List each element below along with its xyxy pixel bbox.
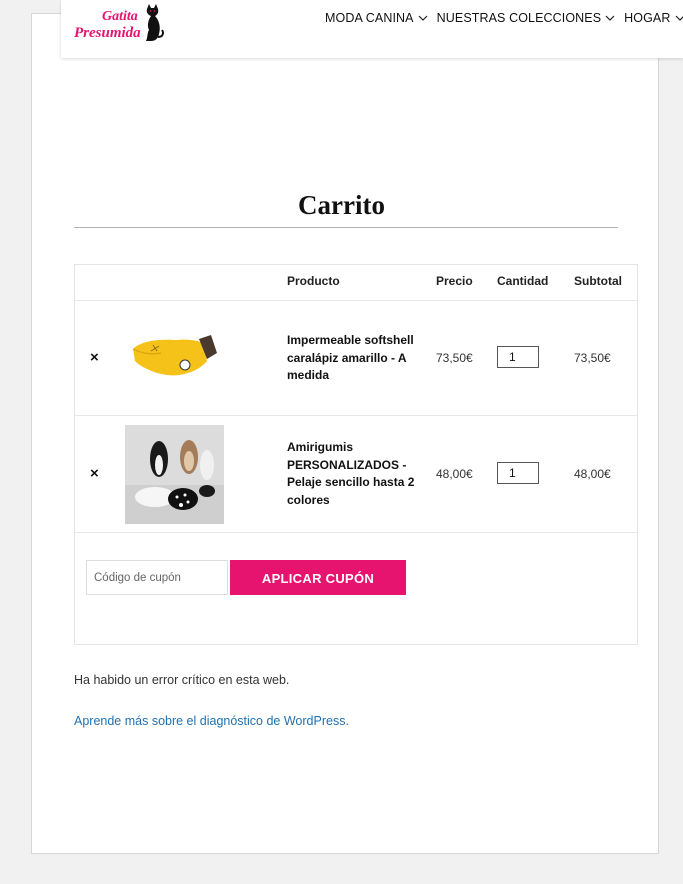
site-logo[interactable]: Gatita Presumida (73, 3, 168, 43)
wordpress-diagnostic-link[interactable]: Aprende más sobre el diagnóstico de Word… (74, 714, 349, 728)
nav-item-moda-canina[interactable]: MODA CANINA (325, 11, 428, 25)
header-subtotal: Subtotal (574, 274, 622, 288)
coupon-code-input[interactable]: Código de cupón (86, 560, 228, 595)
yellow-raincoat-image (132, 335, 217, 376)
nav-label: MODA CANINA (325, 11, 414, 25)
chevron-down-icon (418, 15, 428, 21)
row-divider (75, 300, 637, 301)
header-price: Precio (436, 274, 473, 288)
chevron-down-icon (675, 15, 683, 21)
critical-error-message: Ha habido un error crítico en esta web. (74, 673, 290, 687)
apply-coupon-button[interactable]: APLICAR CUPÓN (230, 560, 406, 595)
main-nav: MODA CANINA NUESTRAS COLECCIONES HOGAR A (325, 11, 683, 25)
header-product: Producto (287, 274, 340, 288)
remove-item-button[interactable]: × (90, 349, 99, 366)
chevron-down-icon (605, 15, 615, 21)
nav-label: NUESTRAS COLECCIONES (436, 11, 602, 25)
logo-graphic: Gatita Presumida (74, 4, 164, 41)
product-subtotal: 48,00€ (574, 467, 611, 481)
product-thumbnail[interactable] (125, 425, 224, 524)
product-name-link[interactable]: Amirigumis PERSONALIZADOS - Pelaje senci… (287, 439, 417, 509)
nav-item-nuestras-colecciones[interactable]: NUESTRAS COLECCIONES (437, 11, 616, 25)
logo-line-2: Presumida (74, 25, 141, 41)
product-subtotal: 73,50€ (574, 351, 611, 365)
page-title: Carrito (298, 190, 385, 220)
nav-item-hogar[interactable]: HOGAR (624, 11, 683, 25)
quantity-input[interactable]: 1 (497, 462, 539, 484)
site-header: Gatita Presumida MODA CANINA NUESTRAS CO… (61, 0, 683, 58)
row-divider (75, 415, 637, 416)
header-quantity: Cantidad (497, 274, 549, 288)
cat-icon (146, 4, 164, 41)
product-price: 48,00€ (436, 467, 473, 481)
nav-label: HOGAR (624, 11, 671, 25)
product-thumbnail[interactable] (127, 331, 219, 383)
amigurumi-dogs-image (125, 425, 224, 524)
row-divider (75, 532, 637, 533)
product-name-link[interactable]: Impermeable softshell caralápiz amarillo… (287, 332, 417, 385)
quantity-input[interactable]: 1 (497, 346, 539, 368)
logo-line-1: Gatita (102, 9, 138, 24)
cart-table: Producto Precio Cantidad Subtotal × Impe… (74, 264, 638, 645)
product-price: 73,50€ (436, 351, 473, 365)
title-divider (74, 227, 618, 228)
remove-item-button[interactable]: × (90, 465, 99, 482)
